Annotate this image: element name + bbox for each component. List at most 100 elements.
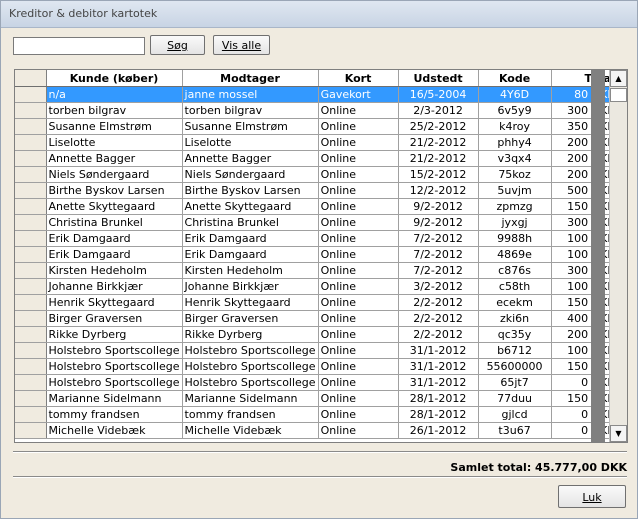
cell-total[interactable]: 200 DKK (551, 150, 618, 167)
search-button[interactable]: Søg (150, 35, 205, 55)
cell-total[interactable]: 150 DKK (551, 198, 618, 215)
cell-udstedt[interactable]: 2/2-2012 (398, 326, 479, 343)
table-row[interactable]: Birthe Byskov Larsen Birthe Byskov Larsen… (15, 182, 618, 199)
table-row[interactable]: Holstebro Sportscollege Holstebro Sportsc… (15, 374, 618, 391)
row-indicator[interactable] (15, 406, 47, 423)
row-indicator[interactable] (15, 342, 47, 359)
cell-total[interactable]: 350 DKK (551, 118, 618, 135)
cell-kunde[interactable]: Erik Damgaard (46, 230, 183, 247)
cell-total[interactable]: 200 DKK (551, 166, 618, 183)
cell-kunde[interactable]: Birger Graversen (46, 310, 183, 327)
cell-udstedt[interactable]: 12/2-2012 (398, 182, 479, 199)
cell-kunde[interactable]: Marianne Sidelmann (46, 390, 183, 407)
cell-kode[interactable]: c876s (478, 262, 552, 279)
cell-modtager[interactable]: Birger Graversen (182, 310, 319, 327)
table-row[interactable]: torben bilgrav torben bilgrav Online 2/3-20… (15, 102, 618, 119)
cell-kort[interactable]: Online (318, 230, 399, 247)
cell-udstedt[interactable]: 2/2-2012 (398, 310, 479, 327)
cell-kort[interactable]: Online (318, 358, 399, 375)
table-row[interactable]: Michelle Videbæk Michelle Videbæk Online 26… (15, 422, 618, 439)
cell-kode[interactable]: 4Y6D (478, 86, 552, 103)
table-row[interactable]: Rikke Dyrberg Rikke Dyrberg Online 2/2-2012… (15, 326, 618, 343)
cell-kunde[interactable]: Holstebro Sportscollege (46, 342, 183, 359)
arrow-up-icon[interactable]: ▲ (610, 70, 627, 87)
cell-kunde[interactable]: Birthe Byskov Larsen (46, 182, 183, 199)
cell-kode[interactable]: k4roy (478, 118, 552, 135)
cell-modtager[interactable]: Henrik Skyttegaard (182, 294, 319, 311)
cell-total[interactable]: 150 DKK (551, 390, 618, 407)
cell-kode[interactable]: jyxgj (478, 214, 552, 231)
row-indicator[interactable] (15, 262, 47, 279)
row-indicator[interactable] (15, 118, 47, 135)
cell-kort[interactable]: Online (318, 118, 399, 135)
cell-modtager[interactable]: Kirsten Hedeholm (182, 262, 319, 279)
cell-kort[interactable]: Gavekort (318, 86, 399, 103)
cell-kunde[interactable]: n/a (46, 86, 183, 103)
cell-total[interactable]: 400 DKK (551, 310, 618, 327)
cell-modtager[interactable]: torben bilgrav (182, 102, 319, 119)
cell-modtager[interactable]: Birthe Byskov Larsen (182, 182, 319, 199)
column-header-kunde[interactable]: Kunde (køber) (46, 70, 183, 87)
cell-modtager[interactable]: janne mossel (182, 86, 319, 103)
cell-kode[interactable]: c58th (478, 278, 552, 295)
cell-udstedt[interactable]: 26/1-2012 (398, 422, 479, 439)
table-row[interactable]: Susanne Elmstrøm Susanne Elmstrøm Online 25… (15, 118, 618, 135)
cell-kunde[interactable]: Holstebro Sportscollege (46, 358, 183, 375)
cell-total[interactable]: 100 DKK (551, 278, 618, 295)
cell-udstedt[interactable]: 28/1-2012 (398, 390, 479, 407)
cell-udstedt[interactable]: 2/2-2012 (398, 294, 479, 311)
cell-kort[interactable]: Online (318, 150, 399, 167)
cell-kort[interactable]: Online (318, 310, 399, 327)
show-all-button[interactable]: Vis alle (213, 35, 270, 55)
row-indicator[interactable] (15, 166, 47, 183)
cell-kort[interactable]: Online (318, 294, 399, 311)
cell-total[interactable]: 80 DKK (551, 86, 618, 103)
cell-kunde[interactable]: Johanne Birkkjær (46, 278, 183, 295)
cell-total[interactable]: 100 DKK (551, 246, 618, 263)
table-row[interactable]: n/ajanne mosselGavekort16/5-20044Y6D80 D… (15, 86, 618, 103)
cell-total[interactable]: 200 DKK (551, 134, 618, 151)
cell-kode[interactable]: zpmzg (478, 198, 552, 215)
cell-total[interactable]: 0 DKK (551, 374, 618, 391)
data-grid[interactable]: Kunde (køber) Modtager Kort Udstedt Kode… (14, 69, 628, 443)
cell-kode[interactable]: gjlcd (478, 406, 552, 423)
cell-udstedt[interactable]: 31/1-2012 (398, 342, 479, 359)
cell-total[interactable]: 300 DKK (551, 262, 618, 279)
cell-modtager[interactable]: Annette Bagger (182, 150, 319, 167)
cell-udstedt[interactable]: 21/2-2012 (398, 150, 479, 167)
cell-kunde[interactable]: Susanne Elmstrøm (46, 118, 183, 135)
row-indicator[interactable] (15, 214, 47, 231)
row-indicator[interactable] (15, 86, 47, 103)
cell-kode[interactable]: 5uvjm (478, 182, 552, 199)
cell-udstedt[interactable]: 7/2-2012 (398, 246, 479, 263)
cell-udstedt[interactable]: 7/2-2012 (398, 230, 479, 247)
cell-total[interactable]: 300 DKK (551, 102, 618, 119)
cell-total[interactable]: 100 DKK (551, 342, 618, 359)
cell-kode[interactable]: t3u67 (478, 422, 552, 439)
table-row[interactable]: Annette Bagger Annette Bagger Online 21/2-2… (15, 150, 618, 167)
row-indicator[interactable] (15, 150, 47, 167)
table-row[interactable]: Niels Søndergaard Niels Søndergaard Online… (15, 166, 618, 183)
cell-kode[interactable]: 75koz (478, 166, 552, 183)
cell-kode[interactable]: 4869e (478, 246, 552, 263)
table-row[interactable]: Kirsten Hedeholm Kirsten Hedeholm Online 7/… (15, 262, 618, 279)
close-button[interactable]: Luk (558, 485, 626, 508)
cell-kort[interactable]: Online (318, 198, 399, 215)
column-header-kode[interactable]: Kode (478, 70, 552, 87)
table-row[interactable]: Erik Damgaard Erik Damgaard Online 7/2-2012… (15, 246, 618, 263)
table-row[interactable]: tommy frandsen tommy frandsen Online 28/1-2… (15, 406, 618, 423)
cell-modtager[interactable]: Christina Brunkel (182, 214, 319, 231)
cell-kunde[interactable]: Christina Brunkel (46, 214, 183, 231)
cell-kort[interactable]: Online (318, 102, 399, 119)
row-indicator[interactable] (15, 310, 47, 327)
row-indicator[interactable] (15, 198, 47, 215)
cell-udstedt[interactable]: 3/2-2012 (398, 278, 479, 295)
cell-total[interactable]: 150 DKK (551, 294, 618, 311)
table-row[interactable]: Liselotte Liselotte Online 21/2-2012 phhy4 20… (15, 134, 618, 151)
cell-modtager[interactable]: Michelle Videbæk (182, 422, 319, 439)
cell-kunde[interactable]: Rikke Dyrberg (46, 326, 183, 343)
cell-kort[interactable]: Online (318, 278, 399, 295)
cell-udstedt[interactable]: 9/2-2012 (398, 214, 479, 231)
column-header-kort[interactable]: Kort (318, 70, 399, 87)
cell-total[interactable]: 0 DKK (551, 422, 618, 439)
